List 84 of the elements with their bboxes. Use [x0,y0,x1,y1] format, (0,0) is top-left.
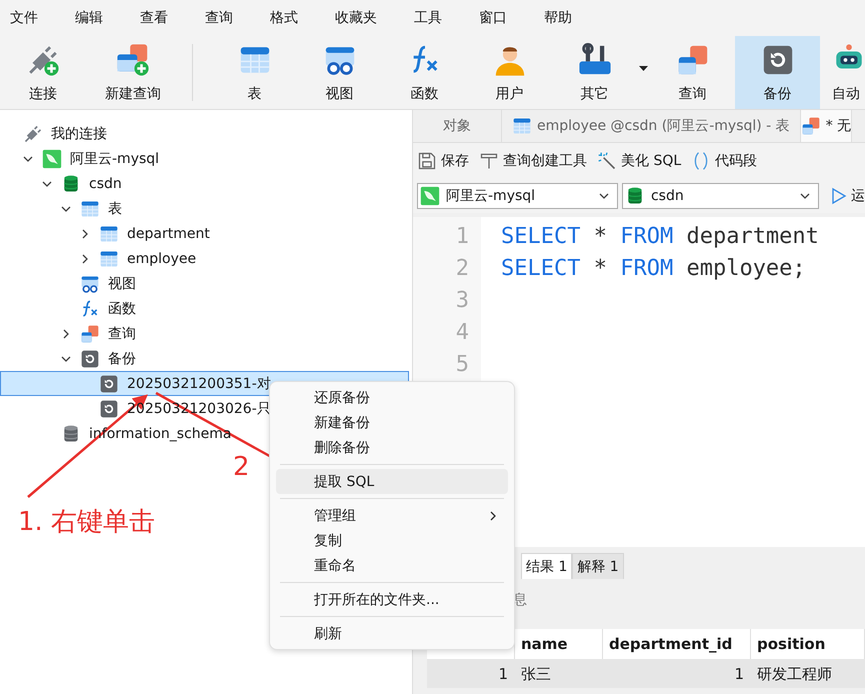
toolbar-button[interactable]: 查询 [650,36,735,109]
tree-item[interactable]: 视图 [0,271,409,296]
table-cell: 1 [603,659,751,688]
table-icon [99,248,119,268]
line-number: 5 [456,351,469,379]
line-number: 4 [456,319,469,347]
menu-item[interactable]: 查询 [205,9,233,27]
play-icon [831,187,847,205]
toolbar-button[interactable]: 其它 [552,36,637,109]
toolbar-button[interactable]: 查询创建工具 [479,151,587,171]
table-cell: 张三 [515,659,603,688]
column-header[interactable]: department_id [603,629,751,659]
tree-item[interactable]: 备份 [0,346,409,371]
table-cell: 研发工程师 [751,659,865,688]
tab[interactable]: * 无 [800,110,852,142]
table-cell: 1 [427,659,515,688]
column-header[interactable]: name [515,629,603,659]
result-tab[interactable]: 解释 1 [572,553,624,579]
toolbar-button[interactable]: 视图 [297,36,382,109]
query-icon [800,116,821,136]
new-query-icon [116,42,150,76]
toolbar-button[interactable]: 备份 [735,36,820,109]
toolbar-button[interactable]: 函数 [382,36,467,109]
menu-item[interactable]: 删除备份 [276,435,508,460]
line-number: 3 [456,287,469,315]
toolbox-icon [578,42,612,76]
code-line: SELECT * FROM department [501,223,819,251]
database-select[interactable]: csdn [622,183,819,209]
menu-item[interactable]: 提取 SQL [276,469,508,494]
result-tab[interactable]: 结果 1 [521,553,572,579]
annotation-text: 1. 右键单击 [18,506,156,539]
column-header[interactable]: position [751,629,865,659]
table-icon [512,116,532,136]
code-line: SELECT * FROM employee; [501,255,807,283]
tree-item[interactable]: 表 [0,196,409,221]
tree-item[interactable]: 我的连接 [0,121,409,146]
save-icon [417,151,437,171]
toolbar-button[interactable]: 新建查询 [86,36,180,109]
toolbar-button[interactable]: 连接 [0,36,86,109]
menu-item[interactable]: 新建备份 [276,410,508,435]
caret-icon[interactable] [637,64,650,72]
tree-item[interactable]: 查询 [0,321,409,346]
toolbar-button[interactable]: 保存 [417,151,469,171]
menu-item[interactable]: 刷新 [276,621,508,646]
menu-item[interactable]: 查看 [140,9,168,27]
backup-icon [99,398,119,418]
backup-icon [99,374,119,394]
view-icon [80,274,100,294]
menu-item[interactable]: 收藏夹 [335,9,377,27]
toolbar-button[interactable]: 美化 SQL [597,151,682,171]
tree-item[interactable]: 函数 [0,296,409,321]
toolbar-button[interactable]: 自动 [820,36,864,109]
run-button[interactable]: 运 [831,187,865,205]
toolbar-button[interactable]: 用户 [467,36,552,109]
menu-item[interactable]: 文件 [10,9,38,27]
connection-select[interactable]: 阿里云-mysql [417,183,618,209]
menu-item[interactable]: 编辑 [75,9,103,27]
annotation-text: 2 [233,452,250,482]
menu-item[interactable]: 管理组 [276,503,508,528]
tree-item[interactable]: employee [0,246,409,271]
menu-item[interactable]: 复制 [276,528,508,553]
query-icon [80,324,100,344]
menu-item[interactable]: 帮助 [544,9,572,27]
tree-item[interactable]: csdn [0,171,409,196]
line-number: 1 [456,223,469,251]
menu-item[interactable]: 重命名 [276,553,508,578]
plug-icon [23,124,43,144]
table-icon [99,224,119,244]
magic-wand-icon [597,151,617,171]
menu-item[interactable]: 窗口 [479,9,507,27]
line-number: 2 [456,255,469,283]
tree-item[interactable]: 阿里云-mysql [0,146,409,171]
menu-item[interactable]: 格式 [270,9,298,27]
table-icon [80,198,100,218]
tab[interactable]: employee @csdn (阿里云-mysql) - 表 [502,110,801,142]
database-icon [61,174,81,194]
menu-item[interactable]: 工具 [414,9,442,27]
menu-item[interactable]: 打开所在的文件夹... [276,587,508,612]
tab[interactable]: 对象 [413,110,502,142]
tree-item[interactable]: department [0,221,409,246]
toolbar-button[interactable]: 代码段 [691,151,758,171]
database-icon [61,424,81,444]
toolbar-button[interactable]: 表 [212,36,297,109]
backup-icon [80,348,100,368]
